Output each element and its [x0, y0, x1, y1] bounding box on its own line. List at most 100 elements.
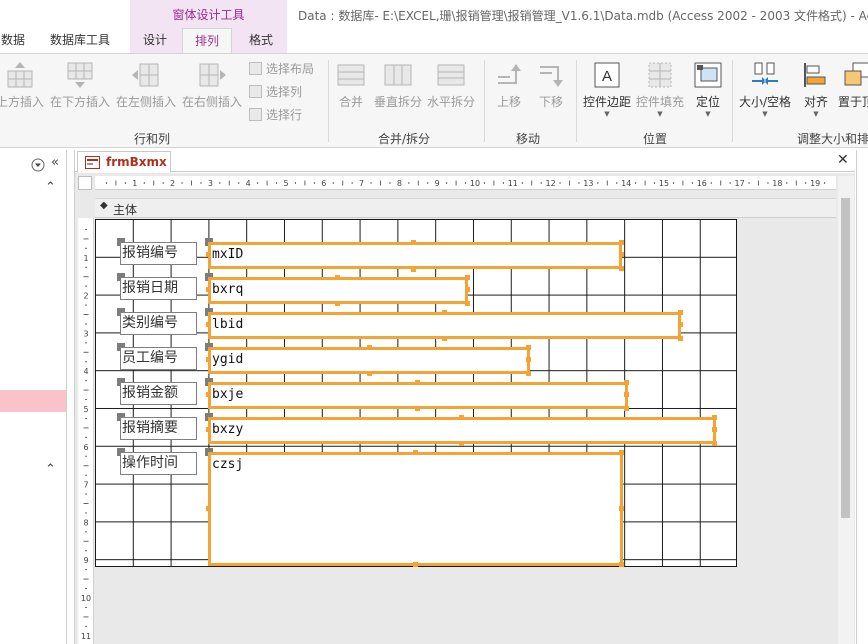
nav-group-collapse-icon[interactable]: ⌃ [45, 180, 56, 195]
resize-handle[interactable] [624, 406, 629, 411]
ruler-corner-selector[interactable] [78, 176, 92, 190]
field-label-bxje[interactable]: 报销金额 [120, 382, 197, 405]
text-control-lbid[interactable]: lbid [208, 312, 681, 339]
insert-above-button[interactable]: 上方插入 [0, 58, 46, 120]
select-row-button[interactable]: 选择行 [249, 105, 302, 125]
resize-handle[interactable] [335, 301, 340, 306]
text-control-bxrq[interactable]: bxrq [208, 277, 468, 304]
merge-button[interactable]: 合并 [333, 58, 369, 120]
text-control-ygid[interactable]: ygid [208, 347, 530, 374]
field-label-ygid[interactable]: 员工编号 [120, 347, 197, 370]
field-label-bxrq[interactable]: 报销日期 [120, 277, 197, 300]
resize-handle[interactable] [465, 287, 470, 292]
resize-handle[interactable] [712, 415, 717, 420]
document-tab-frmbxmx[interactable]: frmBxmx [77, 151, 171, 173]
tab-database-tools[interactable]: 数据库工具 [40, 28, 120, 53]
vertical-scrollbar[interactable] [838, 176, 854, 644]
resize-handle[interactable] [619, 252, 624, 257]
bring-front-button[interactable]: 置于顶 [836, 58, 868, 120]
select-column-button[interactable]: 选择列 [249, 82, 302, 102]
resize-handle[interactable] [206, 357, 211, 362]
close-icon[interactable]: ✕ [837, 152, 849, 168]
resize-handle[interactable] [415, 406, 420, 411]
field-label-czsj[interactable]: 操作时间 [120, 452, 197, 475]
split-horizontal-button[interactable]: 水平拆分 [425, 58, 477, 120]
resize-handle[interactable] [413, 562, 418, 567]
resize-handle[interactable] [624, 380, 629, 385]
resize-handle[interactable] [442, 336, 447, 341]
field-label-bxzy[interactable]: 报销摘要 [120, 417, 197, 440]
tab-arrange[interactable]: 排列 [182, 28, 232, 54]
group-label-rows-columns: 行和列 [134, 132, 171, 146]
insert-right-button[interactable]: 在右侧插入 [180, 58, 244, 120]
resize-handle[interactable] [465, 301, 470, 306]
resize-handle[interactable] [206, 287, 211, 292]
nav-group-collapse-icon[interactable]: ⌃ [45, 462, 56, 477]
align-button[interactable]: 对齐 ▼ [800, 58, 832, 120]
nav-menu-dropdown-icon[interactable] [31, 158, 45, 172]
resize-handle[interactable] [465, 275, 470, 280]
group-label-sizing: 调整大小和排 [797, 132, 868, 146]
resize-handle[interactable] [678, 310, 683, 315]
resize-handle[interactable] [619, 266, 624, 271]
move-up-button[interactable]: 上移 [490, 58, 528, 120]
control-padding-button[interactable]: 控件填充 ▼ [634, 58, 686, 120]
select-layout-button[interactable]: 选择布局 [249, 59, 314, 79]
resize-handle[interactable] [459, 415, 464, 420]
tab-format[interactable]: 格式 [236, 28, 286, 53]
resize-handle[interactable] [367, 371, 372, 376]
detail-section-header[interactable]: ◆ 主体 [95, 198, 836, 218]
resize-handle[interactable] [526, 345, 531, 350]
resize-handle[interactable] [411, 240, 416, 245]
insert-below-button[interactable]: 在下方插入 [49, 58, 111, 120]
text-control-bxzy[interactable]: bxzy [208, 417, 716, 444]
resize-handle[interactable] [619, 562, 624, 567]
field-label-mxid[interactable]: 报销编号 [120, 242, 197, 265]
resize-handle[interactable] [712, 441, 717, 446]
field-label-lbid[interactable]: 类别编号 [120, 312, 197, 335]
resize-handle[interactable] [206, 252, 211, 257]
split-horizontal-label: 水平拆分 [426, 95, 475, 109]
resize-handle[interactable] [413, 450, 418, 455]
resize-handle[interactable] [206, 427, 211, 432]
ruler-number: 14 [621, 179, 631, 188]
size-space-button[interactable]: 大小/空格 ▼ [736, 58, 794, 120]
insert-left-button[interactable]: 在左侧插入 [114, 58, 178, 120]
select-row-label: 选择行 [266, 108, 303, 122]
resize-handle[interactable] [678, 336, 683, 341]
ruler-number: 13 [583, 179, 593, 188]
resize-handle[interactable] [459, 441, 464, 446]
resize-handle[interactable] [206, 322, 211, 327]
split-vertical-button[interactable]: 垂直拆分 [372, 58, 424, 120]
anchoring-button[interactable]: 定位 ▼ [690, 58, 726, 120]
text-control-czsj[interactable]: czsj [208, 452, 623, 566]
resize-handle[interactable] [619, 240, 624, 245]
resize-handle[interactable] [335, 275, 340, 280]
resize-handle[interactable] [206, 506, 211, 511]
nav-selected-item[interactable] [0, 390, 66, 412]
resize-handle[interactable] [678, 322, 683, 327]
resize-handle[interactable] [624, 392, 629, 397]
tab-data[interactable]: 数据 [0, 28, 26, 53]
resize-handle[interactable] [526, 371, 531, 376]
control-margins-button[interactable]: A 控件边距 ▼ [580, 58, 634, 120]
resize-handle[interactable] [367, 345, 372, 350]
resize-handle[interactable] [411, 267, 416, 272]
resize-handle[interactable] [442, 310, 447, 315]
scrollbar-thumb[interactable] [841, 198, 850, 518]
resize-handle[interactable] [526, 357, 531, 362]
resize-handle[interactable] [206, 392, 211, 397]
chevron-down-icon: ▼ [705, 110, 711, 118]
resize-handle[interactable] [415, 380, 420, 385]
resize-handle[interactable] [712, 427, 717, 432]
bring-front-icon [844, 62, 868, 86]
resize-handle[interactable] [619, 506, 624, 511]
property-sheet-pane [856, 150, 868, 644]
align-icon [804, 63, 826, 87]
tab-design[interactable]: 设计 [130, 28, 180, 53]
nav-collapse-icon[interactable]: « [51, 155, 59, 170]
text-control-mxid[interactable]: mxID [208, 242, 622, 269]
text-control-bxje[interactable]: bxje [208, 382, 628, 409]
move-down-button[interactable]: 下移 [532, 58, 570, 120]
resize-handle[interactable] [619, 450, 624, 455]
